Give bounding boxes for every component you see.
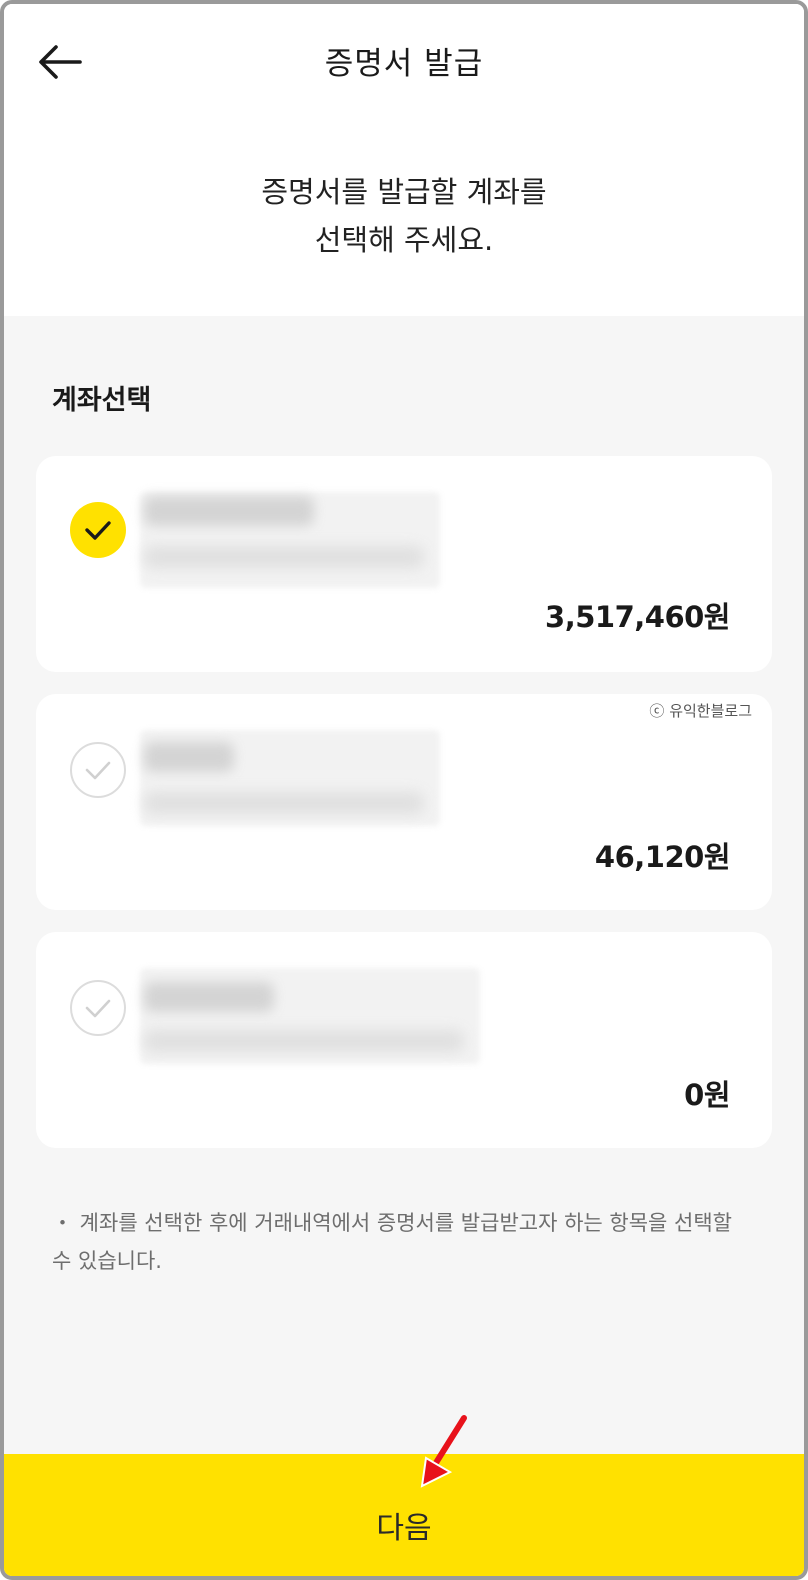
account-name-redacted <box>144 982 274 1012</box>
header: 증명서 발급 증명서를 발급할 계좌를 선택해 주세요. <box>4 4 804 316</box>
account-balance: 46,120원 <box>594 840 731 874</box>
account-number-redacted <box>144 1030 464 1052</box>
red-arrow-annotation <box>420 1415 467 1488</box>
account-number-redacted <box>144 792 424 814</box>
check-circle-outline-icon <box>85 761 111 780</box>
account-checkbox-3[interactable] <box>70 980 126 1036</box>
next-button-label: 다음 <box>376 1511 432 1546</box>
account-balance: 0원 <box>684 1078 730 1112</box>
account-card-1[interactable]: 3,517,460원 <box>36 456 772 672</box>
check-circle-outline-icon <box>85 999 111 1018</box>
account-card-3[interactable]: 0원 <box>36 932 772 1148</box>
account-name-redacted <box>144 742 234 772</box>
section-title: 계좌선택 <box>52 385 152 416</box>
account-number-redacted <box>144 546 424 568</box>
instruction-line-2: 선택해 주세요. <box>314 223 494 257</box>
watermark: ⓒ 유익한블로그 <box>649 702 752 720</box>
account-checkbox-2[interactable] <box>70 742 126 798</box>
screen-frame: 증명서 발급 증명서를 발급할 계좌를 선택해 주세요. 계좌선택 3,517,… <box>0 0 808 1580</box>
page-title: 증명서 발급 <box>324 46 484 82</box>
account-name-redacted <box>144 496 314 526</box>
instruction-text: 증명서를 발급할 계좌를 선택해 주세요. <box>4 168 804 264</box>
account-balance: 3,517,460원 <box>545 600 730 634</box>
account-checkbox-1[interactable] <box>70 502 126 558</box>
notice-text: ・ 계좌를 선택한 후에 거래내역에서 증명서를 발급받고자 하는 항목을 선택… <box>52 1211 732 1273</box>
account-card-2[interactable]: ⓒ 유익한블로그 46,120원 <box>36 694 772 910</box>
next-button[interactable]: 다음 <box>4 1454 804 1576</box>
check-circle-filled-icon <box>85 521 111 540</box>
instruction-line-1: 증명서를 발급할 계좌를 <box>261 175 547 209</box>
